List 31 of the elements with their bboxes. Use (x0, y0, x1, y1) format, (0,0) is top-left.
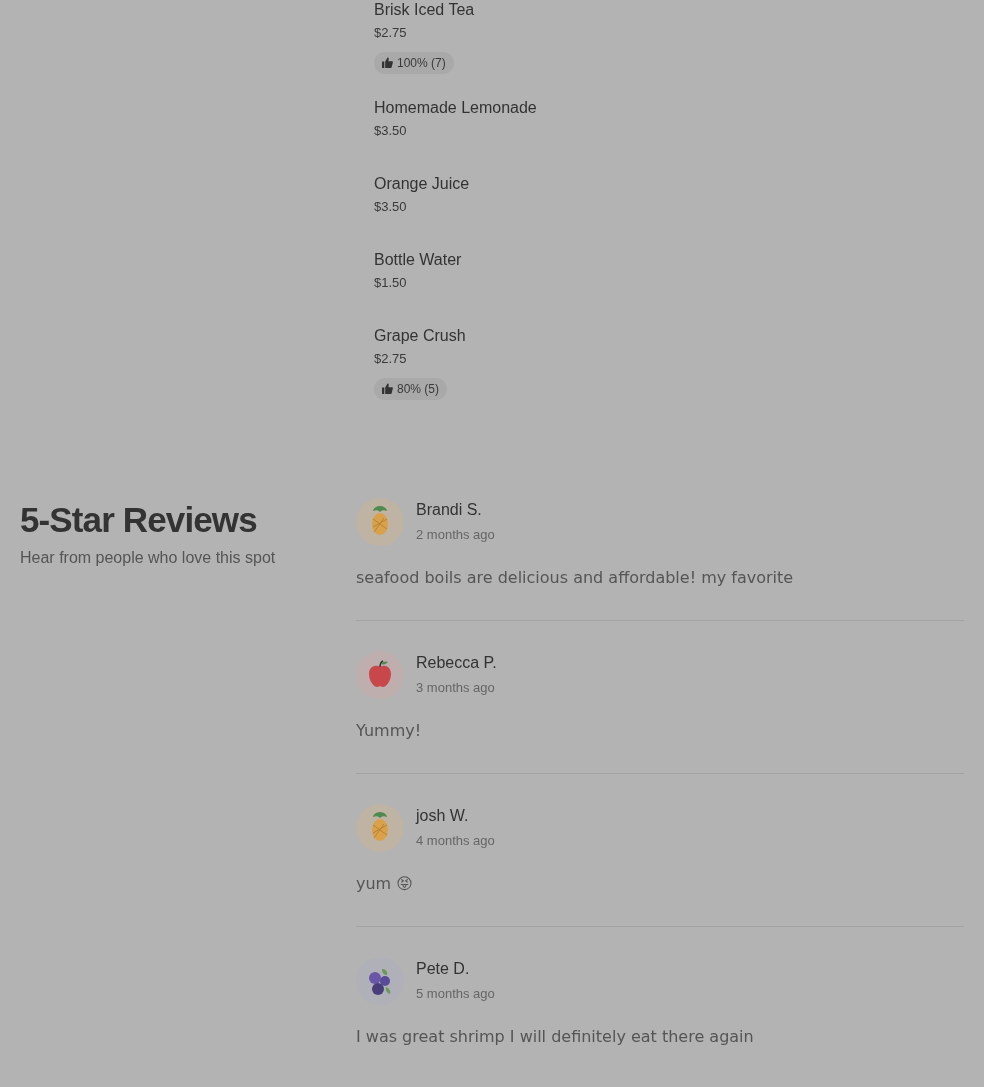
item-price: $3.50 (374, 198, 407, 216)
item-name[interactable]: Bottle Water (374, 250, 462, 270)
item-name[interactable]: Homemade Lemonade (374, 98, 537, 118)
review-text: I was great shrimp I will definitely eat there again (356, 1026, 755, 1048)
rating-badge: 100% (7) (374, 51, 454, 74)
item-price: $1.50 (374, 274, 407, 292)
item-name[interactable]: Grape Crush (374, 326, 466, 346)
thumbs-up-icon (382, 383, 393, 394)
section-title: 5-Star Reviews (20, 500, 258, 540)
reviewer-name: josh W. (416, 805, 470, 826)
pineapple-avatar-icon (356, 498, 404, 546)
review-text: Yummy! (356, 720, 423, 742)
thumbs-up-icon (382, 57, 393, 68)
review-time: 5 months ago (416, 984, 495, 1003)
item-price: $2.75 (374, 24, 407, 42)
section-subtitle: Hear from people who love this spot (20, 548, 277, 568)
review-time: 3 months ago (416, 678, 496, 697)
apple-avatar-icon (356, 651, 404, 699)
item-price: $3.50 (374, 122, 407, 140)
review-text: yum 😝 (356, 873, 414, 895)
item-price: $2.75 (374, 350, 407, 368)
rating-badge: 80% (5) (374, 377, 448, 400)
reviewer-name: Pete D. (416, 958, 471, 979)
reviewer-name: Brandi S. (416, 499, 483, 520)
item-name[interactable]: Orange Juice (374, 174, 470, 194)
review-text: seafood boils are delicious and affordable! my favorite (356, 567, 795, 589)
item-name[interactable]: Brisk Iced Tea (374, 0, 475, 20)
review-time: 2 months ago (416, 525, 495, 544)
pineapple-avatar-icon (356, 804, 404, 852)
review-time: 4 months ago (416, 831, 495, 850)
reviewer-name: Rebecca P. (416, 652, 497, 673)
